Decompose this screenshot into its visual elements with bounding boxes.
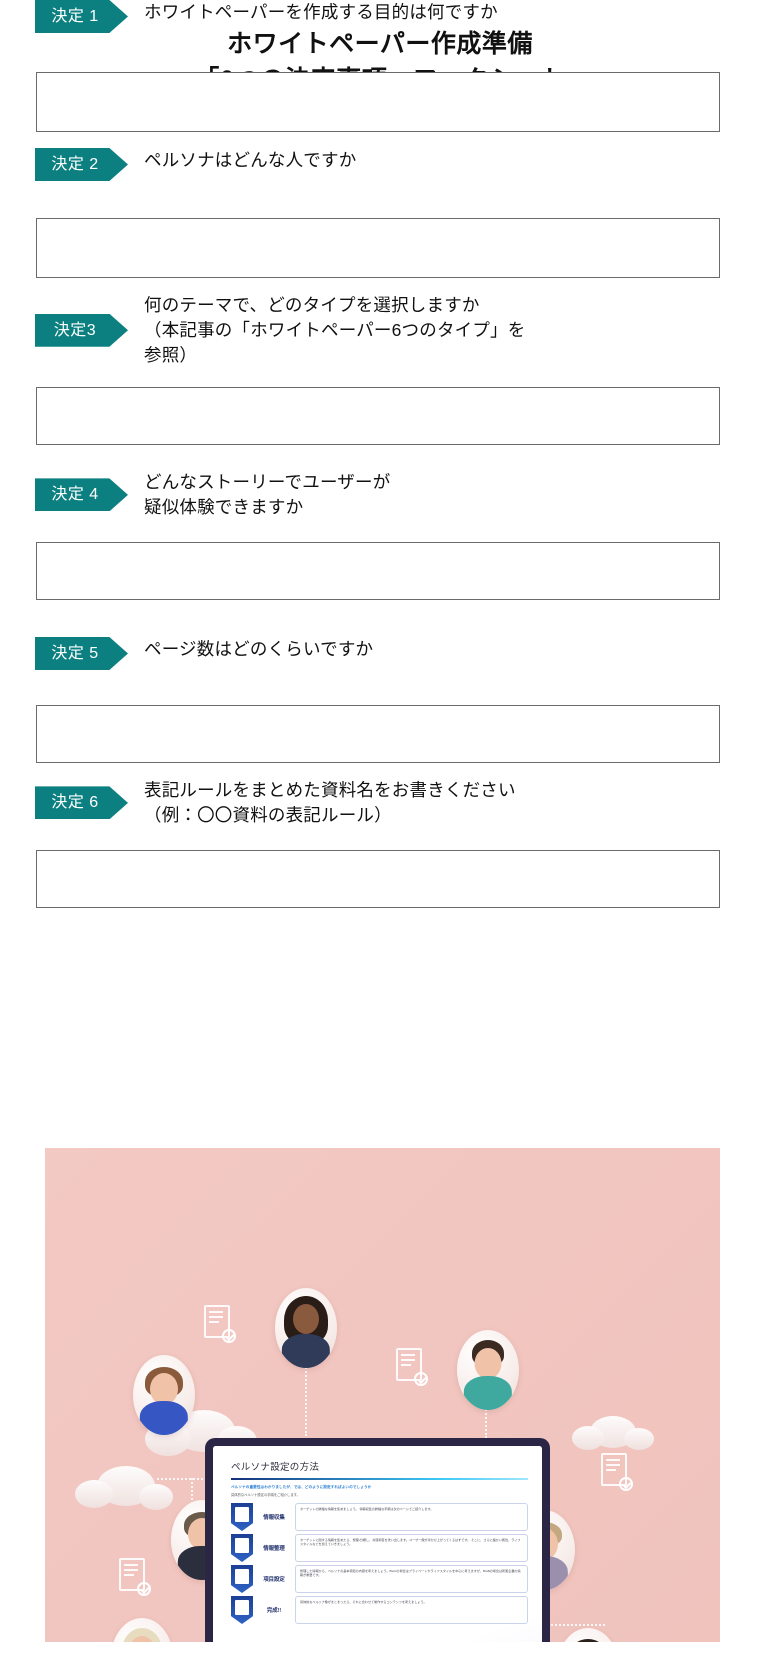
decision-section-6: 決定 6 表記ルールをまとめた資料名をお書きください （例：〇〇資料の表記ルール… [0, 778, 760, 908]
decision-question-6: 表記ルールをまとめた資料名をお書きください （例：〇〇資料の表記ルール） [144, 780, 516, 825]
avatar [275, 1288, 337, 1368]
complete-icon [231, 1596, 253, 1624]
slide-step-desc: ターゲットの詳細な情報を集めましょう。 情報収集の詳細な手順は次のページでご紹介… [295, 1503, 528, 1531]
laptop-screen: ペルソナ設定の方法 ペルソナの重要性はわかりましたが、では、どのように設定すれば… [213, 1446, 542, 1642]
decision-header-6: 決定 6 表記ルールをまとめた資料名をお書きください （例：〇〇資料の表記ルール… [0, 778, 760, 828]
cloud-icon [75, 1466, 173, 1510]
decision-question-5: ページ数はどのくらいですか [144, 639, 374, 659]
slide-step-row: 完成!! 具体的なペルソナ像がまとまったら、それに合わせて制作するコンテンツを考… [231, 1596, 528, 1624]
decision-section-2: 決定 2 ペルソナはどんな人ですか [0, 148, 760, 278]
decision-badge-3: 決定3 [35, 313, 128, 347]
slide-subtitle-secondary: 具体的なペルソナ設定の手順をご紹介します。 [231, 1493, 300, 1497]
document-check-icon [601, 1453, 633, 1491]
decision-header-3: 決定3 何のテーマで、どのタイプを選択しますか （本記事の「ホワイトペーパー6つ… [0, 293, 760, 368]
slide-title: ペルソナ設定の方法 [231, 1462, 320, 1473]
slide-step-name: 情報整理 [263, 1546, 285, 1552]
decision-badge-1: 決定 1 [35, 0, 128, 33]
document-check-icon [204, 1305, 236, 1343]
decision-answer-box-4[interactable] [36, 542, 720, 600]
slide-step-row: 情報整理 ターゲットに関する情報を集めたら、整理・分類し、共通項目を洗い出します… [231, 1534, 528, 1562]
slide-step-desc: 整理した情報から、ペルソナの基本項目の内容を考えましょう。BtoCの場合はプライ… [295, 1565, 528, 1593]
decision-badge-6: 決定 6 [35, 786, 128, 820]
slide-step-row: 項目設定 整理した情報から、ペルソナの基本項目の内容を考えましょう。BtoCの場… [231, 1565, 528, 1593]
document-check-icon [119, 1558, 151, 1596]
decision-answer-box-6[interactable] [36, 850, 720, 908]
avatar [557, 1628, 619, 1642]
slide-step-row: 情報収集 ターゲットの詳細な情報を集めましょう。 情報収集の詳細な手順は次のペー… [231, 1503, 528, 1531]
laptop-lid: ペルソナ設定の方法 ペルソナの重要性はわかりましたが、では、どのように設定すれば… [205, 1438, 550, 1642]
cloud-icon [572, 1416, 654, 1450]
decision-question-4: どんなストーリーでユーザーが 疑似体験できますか [144, 472, 391, 517]
decision-answer-box-1[interactable] [36, 72, 720, 132]
avatar [111, 1618, 173, 1642]
decision-section-3: 決定3 何のテーマで、どのタイプを選択しますか （本記事の「ホワイトペーパー6つ… [0, 293, 760, 445]
decision-header-1: 決定 1 ホワイトペーパーを作成する目的は何ですか [0, 0, 760, 33]
decision-header-4: 決定 4 どんなストーリーでユーザーが 疑似体験できますか [0, 470, 760, 520]
decision-question-1: ホワイトペーパーを作成する目的は何ですか [144, 2, 498, 22]
decision-answer-box-5[interactable] [36, 705, 720, 763]
laptop-device: ペルソナ設定の方法 ペルソナの重要性はわかりましたが、では、どのように設定すれば… [205, 1438, 550, 1642]
slide-step-desc: 具体的なペルソナ像がまとまったら、それに合わせて制作するコンテンツを考えましょう… [295, 1596, 528, 1624]
decision-answer-box-3[interactable] [36, 387, 720, 445]
slide-step-desc: ターゲットに関する情報を集めたら、整理・分類し、共通項目を洗い出します。ユーザー… [295, 1534, 528, 1562]
document-check-icon [396, 1348, 428, 1386]
decision-badge-2: 決定 2 [35, 148, 128, 181]
decision-section-1: 決定 1 ホワイトペーパーを作成する目的は何ですか [0, 0, 760, 132]
avatar [457, 1330, 519, 1410]
avatar [133, 1355, 195, 1435]
decision-header-2: 決定 2 ペルソナはどんな人ですか [0, 148, 760, 181]
decision-header-5: 決定 5 ページ数はどのくらいですか [0, 637, 760, 670]
slide-subtitle: ペルソナの重要性はわかりましたが、では、どのように設定すればよいのでしょうか [231, 1485, 372, 1489]
decision-section-5: 決定 5 ページ数はどのくらいですか [0, 637, 760, 763]
decision-question-2: ペルソナはどんな人ですか [144, 150, 357, 170]
decision-answer-box-2[interactable] [36, 218, 720, 278]
slide-steps: 情報収集 ターゲットの詳細な情報を集めましょう。 情報収集の詳細な手順は次のペー… [231, 1503, 528, 1624]
pencil-note-icon [231, 1565, 253, 1593]
checklist-icon [231, 1534, 253, 1562]
slide-step-name: 項目設定 [263, 1577, 285, 1583]
decision-badge-4: 決定 4 [35, 478, 128, 512]
slide-step-name: 情報収集 [263, 1515, 285, 1521]
decision-section-4: 決定 4 どんなストーリーでユーザーが 疑似体験できますか [0, 470, 760, 600]
worksheet-page: ホワイトペーパー作成準備 「6つの決定事項」ワークシート 決定 1 ホワイトペー… [0, 0, 760, 1677]
slide-step-name: 完成!! [266, 1608, 282, 1614]
persona-setting-illustration: ペルソナ設定の方法 ペルソナの重要性はわかりましたが、では、どのように設定すれば… [45, 1148, 720, 1642]
decision-badge-5: 決定 5 [35, 637, 128, 670]
magnifier-document-icon [231, 1503, 253, 1531]
slide-divider [231, 1478, 528, 1480]
decision-question-3: 何のテーマで、どのタイプを選択しますか （本記事の「ホワイトペーパー6つのタイプ… [144, 295, 526, 365]
